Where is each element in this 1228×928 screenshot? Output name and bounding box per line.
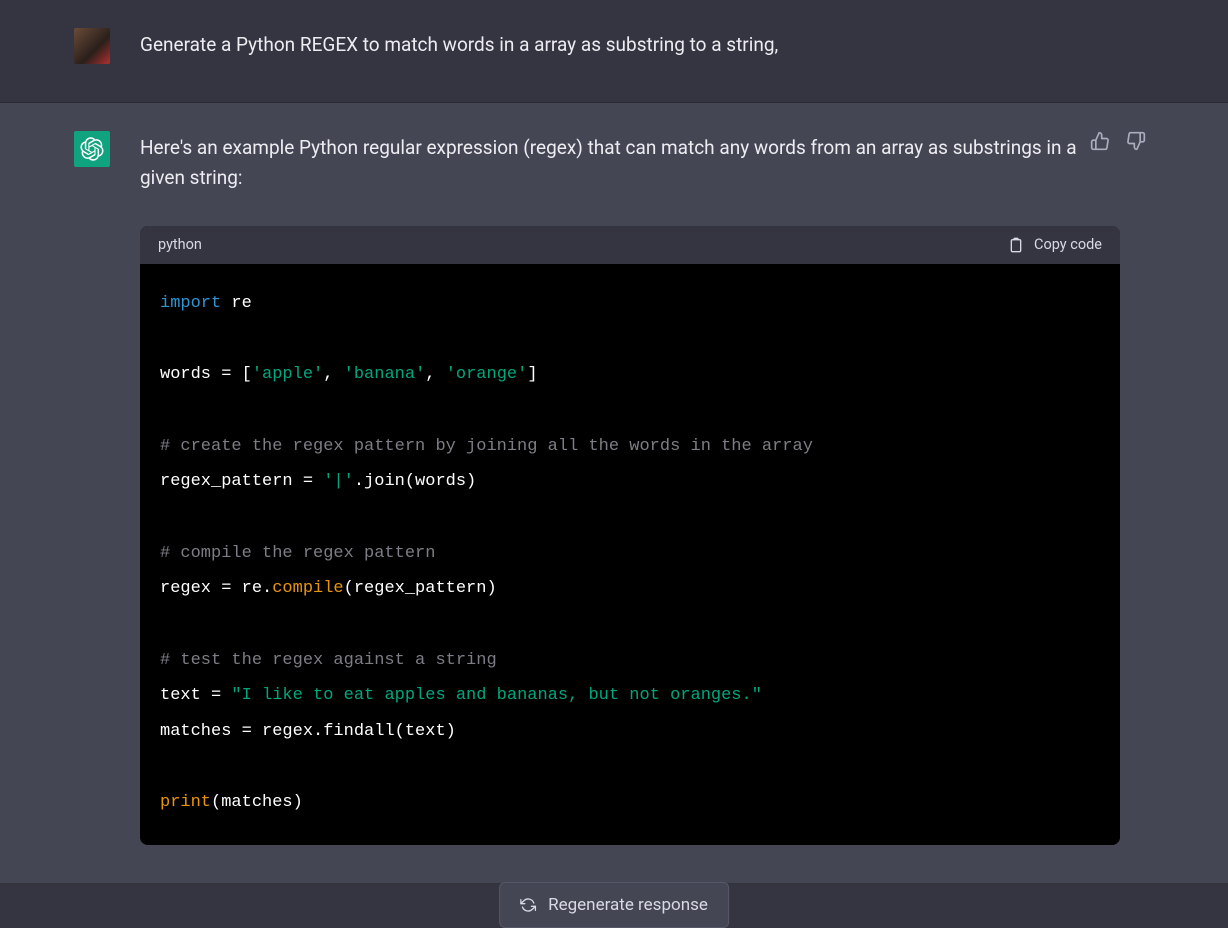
regenerate-button[interactable]: Regenerate response xyxy=(499,882,729,928)
user-avatar xyxy=(74,28,110,64)
feedback-buttons xyxy=(1090,131,1146,151)
copy-code-button[interactable]: Copy code xyxy=(1008,236,1102,254)
thumbs-down-icon[interactable] xyxy=(1126,131,1146,151)
user-prompt-text: Generate a Python REGEX to match words i… xyxy=(140,30,1140,60)
refresh-icon xyxy=(520,897,536,913)
code-header: python Copy code xyxy=(140,226,1120,264)
assistant-reply-text: Here's an example Python regular express… xyxy=(140,133,1100,194)
code-block: python Copy code import re words = ['app… xyxy=(140,226,1120,845)
assistant-message: Here's an example Python regular express… xyxy=(0,103,1228,884)
assistant-avatar xyxy=(74,131,110,167)
copy-code-label: Copy code xyxy=(1034,236,1102,253)
code-language-label: python xyxy=(158,236,202,253)
thumbs-up-icon[interactable] xyxy=(1090,131,1110,151)
clipboard-icon xyxy=(1008,236,1024,254)
user-message: Generate a Python REGEX to match words i… xyxy=(0,0,1228,103)
regenerate-label: Regenerate response xyxy=(548,895,708,915)
code-content: import re words = ['apple', 'banana', 'o… xyxy=(140,264,1120,845)
openai-logo-icon xyxy=(80,137,104,161)
